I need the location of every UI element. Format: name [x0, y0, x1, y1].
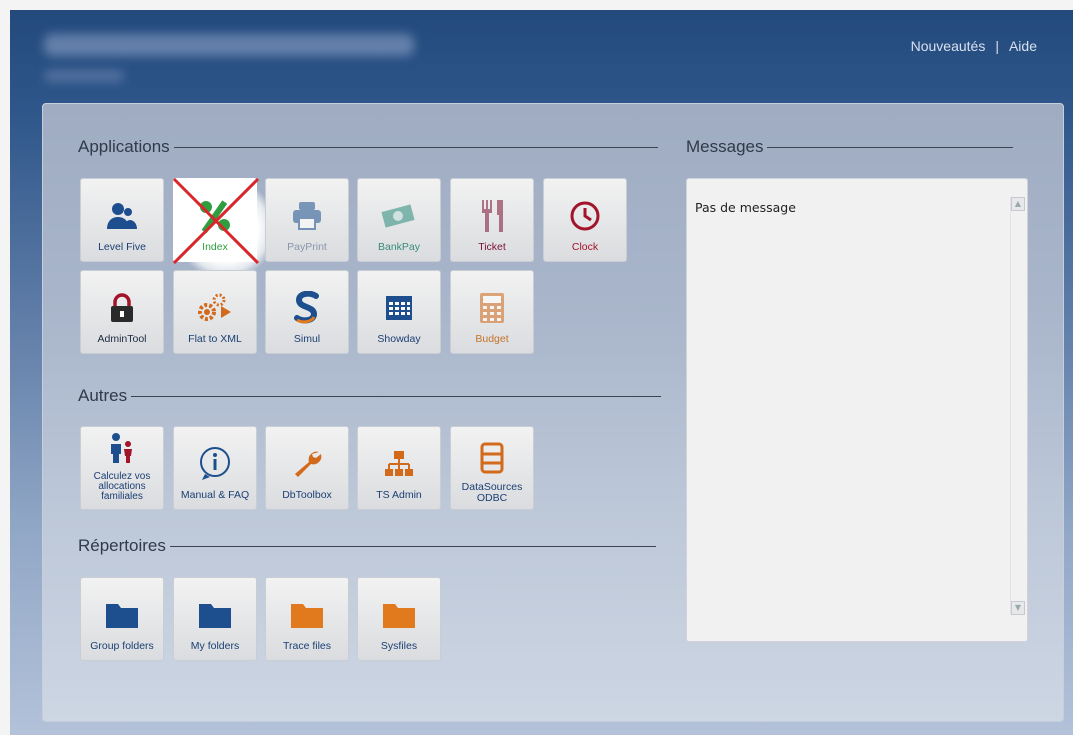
section-divider — [131, 395, 662, 397]
messages-box: Pas de message ▲ ▼ — [686, 178, 1028, 642]
info-icon — [174, 447, 256, 481]
printer-icon — [266, 199, 348, 233]
folder-icon — [266, 598, 348, 632]
tile-label: Sysfiles — [380, 640, 418, 652]
scroll-down-arrow-icon[interactable]: ▼ — [1011, 601, 1025, 615]
tile-label: DataSources ODBC — [461, 481, 523, 504]
tile-index[interactable]: Index — [172, 177, 260, 265]
tile-ts-admin[interactable]: TS Admin — [357, 426, 441, 510]
tile-trace-files[interactable]: Trace files — [265, 577, 349, 661]
wrench-icon — [266, 447, 348, 481]
family-icon — [81, 431, 163, 465]
section-divider — [169, 545, 656, 547]
calendar-icon — [358, 291, 440, 325]
tile-label: Flat to XML — [188, 333, 242, 345]
tile-label: My folders — [190, 640, 240, 652]
tile-dbtoolbox[interactable]: DbToolbox — [265, 426, 349, 510]
link-aide[interactable]: Aide — [1009, 38, 1037, 54]
tile-sysfiles[interactable]: Sysfiles — [357, 577, 441, 661]
clock-icon — [544, 199, 626, 233]
tile-label: TS Admin — [376, 489, 422, 501]
tile-label: Group folders — [90, 640, 154, 652]
tile-payprint[interactable]: PayPrint — [265, 178, 349, 262]
section-title-repertoires: Répertoires — [78, 536, 166, 555]
tile-label: Showday — [377, 333, 421, 345]
section-divider — [767, 146, 1014, 148]
folder-icon — [358, 598, 440, 632]
tile-my-folders[interactable]: My folders — [173, 577, 257, 661]
lock-icon — [81, 291, 163, 325]
calculator-icon — [451, 291, 533, 325]
tile-manual-faq[interactable]: Manual & FAQ — [173, 426, 257, 510]
blurred-app-subtitle — [44, 70, 124, 82]
section-autres: Autres — [78, 386, 662, 406]
tile-label: Budget — [475, 333, 509, 345]
scroll-up-arrow-icon[interactable]: ▲ — [1011, 197, 1025, 211]
tile-label: BankPay — [377, 241, 421, 253]
tile-clock[interactable]: Clock — [543, 178, 627, 262]
tile-flat-to-xml[interactable]: Flat to XML — [173, 270, 257, 354]
tile-label: AdminTool — [97, 333, 147, 345]
gear-arrow-icon — [174, 291, 256, 325]
section-repertoires: Répertoires — [78, 536, 656, 556]
network-icon — [358, 447, 440, 481]
tile-showday[interactable]: Showday — [357, 270, 441, 354]
section-divider — [173, 146, 658, 148]
tile-label: Clock — [571, 241, 599, 253]
tile-admintool[interactable]: AdminTool — [80, 270, 164, 354]
section-applications: Applications — [78, 137, 658, 157]
main-panel: Applications Messages Autres Répertoires… — [42, 103, 1064, 722]
tile-label: Trace files — [282, 640, 332, 652]
banknote-icon — [358, 199, 440, 233]
fork-knife-icon — [451, 199, 533, 233]
folder-icon — [81, 598, 163, 632]
tile-level-five[interactable]: Level Five — [80, 178, 164, 262]
tile-label: Calculez vos allocations familiales — [93, 471, 151, 502]
tile-label: DbToolbox — [282, 489, 332, 501]
tile-label: PayPrint — [287, 241, 327, 253]
tile-datasources-odbc[interactable]: DataSources ODBC — [450, 426, 534, 510]
section-title-autres: Autres — [78, 386, 128, 405]
section-messages: Messages — [686, 137, 1014, 157]
tile-label: Level Five — [98, 241, 146, 253]
tile-simul[interactable]: Simul — [265, 270, 349, 354]
crossed-out-icon — [172, 177, 260, 265]
tile-group-folders[interactable]: Group folders — [80, 577, 164, 661]
link-separator: | — [995, 38, 999, 54]
tile-bankpay[interactable]: BankPay — [357, 178, 441, 262]
top-links: Nouveautés | Aide — [911, 38, 1037, 54]
messages-text: Pas de message — [695, 200, 796, 215]
tile-label: Ticket — [478, 241, 506, 253]
blurred-app-title — [44, 34, 414, 56]
tile-label: Manual & FAQ — [180, 489, 250, 501]
tile-allocations-familiales[interactable]: Calculez vos allocations familiales — [80, 426, 164, 510]
app-window: Nouveautés | Aide Applications Messages Au… — [10, 10, 1073, 735]
link-nouveautes[interactable]: Nouveautés — [911, 38, 986, 54]
tile-ticket[interactable]: Ticket — [450, 178, 534, 262]
tile-label: Simul — [293, 333, 321, 345]
database-icon — [451, 441, 533, 475]
section-title-messages: Messages — [686, 137, 764, 156]
s-letter-icon — [266, 291, 348, 325]
tile-budget[interactable]: Budget — [450, 270, 534, 354]
section-title-applications: Applications — [78, 137, 170, 156]
folder-icon — [174, 598, 256, 632]
users-icon — [81, 199, 163, 233]
messages-scrollbar[interactable]: ▲ ▼ — [1010, 197, 1025, 615]
